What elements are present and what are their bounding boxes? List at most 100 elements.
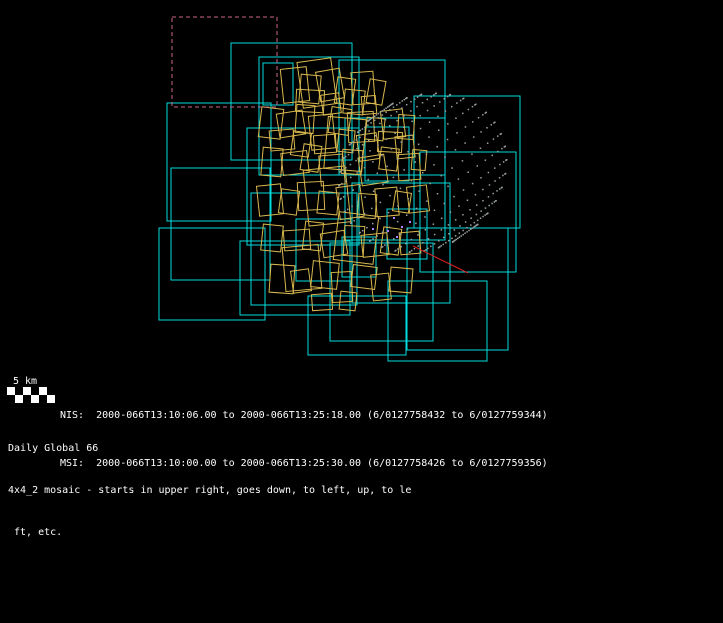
mesh-dot xyxy=(445,242,447,244)
mesh-dot xyxy=(382,110,384,112)
mesh-dot xyxy=(340,198,342,200)
mesh-dot xyxy=(433,223,435,225)
mesh-dot xyxy=(410,134,412,136)
scale-checker-cell xyxy=(39,395,47,403)
mesh-dot xyxy=(491,203,493,205)
mosaic-planning-view: 5 km NIS: 2000-066T13:10:06.00 to 2000-0… xyxy=(0,0,723,623)
mesh-dot xyxy=(351,222,353,224)
nis-footprint-rect xyxy=(280,67,309,104)
mesh-dot xyxy=(499,188,501,190)
mesh-dot xyxy=(497,151,499,153)
mesh-dot xyxy=(341,183,343,185)
mesh-dot xyxy=(430,96,432,98)
mesh-dot xyxy=(477,224,479,226)
mesh-dot xyxy=(397,158,399,160)
mesh-dot xyxy=(377,173,379,175)
mesh-dot xyxy=(429,183,431,185)
pointing-mark xyxy=(387,230,389,232)
scale-checker-cell xyxy=(47,395,55,403)
mesh-dot xyxy=(349,144,351,146)
mesh-dot xyxy=(444,203,446,205)
mesh-dot xyxy=(397,221,399,223)
mesh-dot xyxy=(445,110,447,112)
mesh-dot xyxy=(414,98,416,100)
mesh-dot xyxy=(396,111,398,113)
mesh-dot xyxy=(458,178,460,180)
mesh-dot xyxy=(411,180,413,182)
mesh-dot xyxy=(455,149,457,151)
mesh-dot xyxy=(447,96,449,98)
mesh-dot xyxy=(480,210,482,212)
msi-footprint-rect xyxy=(388,281,487,361)
mesh-dot xyxy=(482,114,484,116)
mesh-dot xyxy=(343,196,345,198)
mesh-dot xyxy=(488,205,490,207)
mesh-dot xyxy=(442,244,444,246)
mesh-dot xyxy=(485,159,487,161)
mesh-dot xyxy=(350,164,352,166)
mesh-dot xyxy=(360,130,362,132)
mesh-dot xyxy=(434,234,436,236)
mesh-dot xyxy=(384,109,386,111)
mesh-dot xyxy=(455,117,457,119)
mesh-dot xyxy=(422,102,424,104)
mesh-dot xyxy=(468,109,470,111)
mesh-dot xyxy=(451,167,453,169)
mesh-dot xyxy=(454,229,456,231)
mesh-dot xyxy=(462,214,464,216)
mesh-dot xyxy=(421,94,423,96)
mesh-dot xyxy=(503,161,505,163)
mesh-dot xyxy=(441,175,443,177)
msi-footprint-rect xyxy=(167,103,271,221)
mesh-dot xyxy=(477,165,479,167)
mesh-dot xyxy=(473,226,475,228)
mesh-dot xyxy=(462,160,464,162)
mesh-dot xyxy=(347,209,349,211)
sequence-caption: Daily Global 66 4x4_2 mosaic - starts in… xyxy=(8,414,411,568)
mesh-dot xyxy=(486,127,488,129)
mesh-dot xyxy=(397,248,399,250)
mesh-dot xyxy=(439,246,441,248)
mesh-dot xyxy=(430,246,432,248)
mesh-dot xyxy=(475,194,477,196)
mesh-dot xyxy=(357,202,359,204)
mesh-dot xyxy=(419,95,421,97)
mesh-dot xyxy=(395,250,397,252)
mesh-dot xyxy=(501,187,503,189)
mesh-dot xyxy=(434,243,436,245)
mesh-dot xyxy=(428,136,430,138)
mesh-dot xyxy=(393,238,395,240)
mesh-dot xyxy=(472,106,474,108)
mesh-dot xyxy=(342,169,344,171)
mesh-dot xyxy=(471,153,473,155)
mesh-dot xyxy=(472,227,474,229)
mesh-dot xyxy=(407,151,409,153)
mesh-dot xyxy=(425,229,427,231)
mesh-dot xyxy=(425,249,427,251)
mesh-dot xyxy=(362,144,364,146)
mesh-dot xyxy=(382,184,384,186)
mesh-dot xyxy=(500,133,502,135)
mesh-dot xyxy=(418,144,420,146)
mesh-dot xyxy=(437,193,439,195)
msi-footprint-rect xyxy=(407,228,508,350)
nis-footprint-rect xyxy=(311,261,340,290)
mesh-dot xyxy=(388,105,390,107)
mesh-dot xyxy=(485,207,487,209)
mesh-dot xyxy=(422,242,424,244)
mesh-dot xyxy=(371,118,373,120)
mesh-dot xyxy=(488,196,490,198)
mesh-dot xyxy=(492,193,494,195)
mesh-dot xyxy=(368,140,370,142)
mesh-dot xyxy=(385,108,387,110)
mesh-dot xyxy=(429,121,431,123)
nis-footprint-rect xyxy=(261,147,283,177)
mesh-dot xyxy=(476,204,478,206)
mesh-dot xyxy=(456,239,458,241)
mesh-dot xyxy=(472,121,474,123)
mesh-dot xyxy=(415,161,417,163)
nis-footprint-rect xyxy=(281,150,309,175)
mesh-dot xyxy=(377,144,379,146)
mesh-dot xyxy=(359,137,361,139)
mesh-dot xyxy=(372,238,374,240)
